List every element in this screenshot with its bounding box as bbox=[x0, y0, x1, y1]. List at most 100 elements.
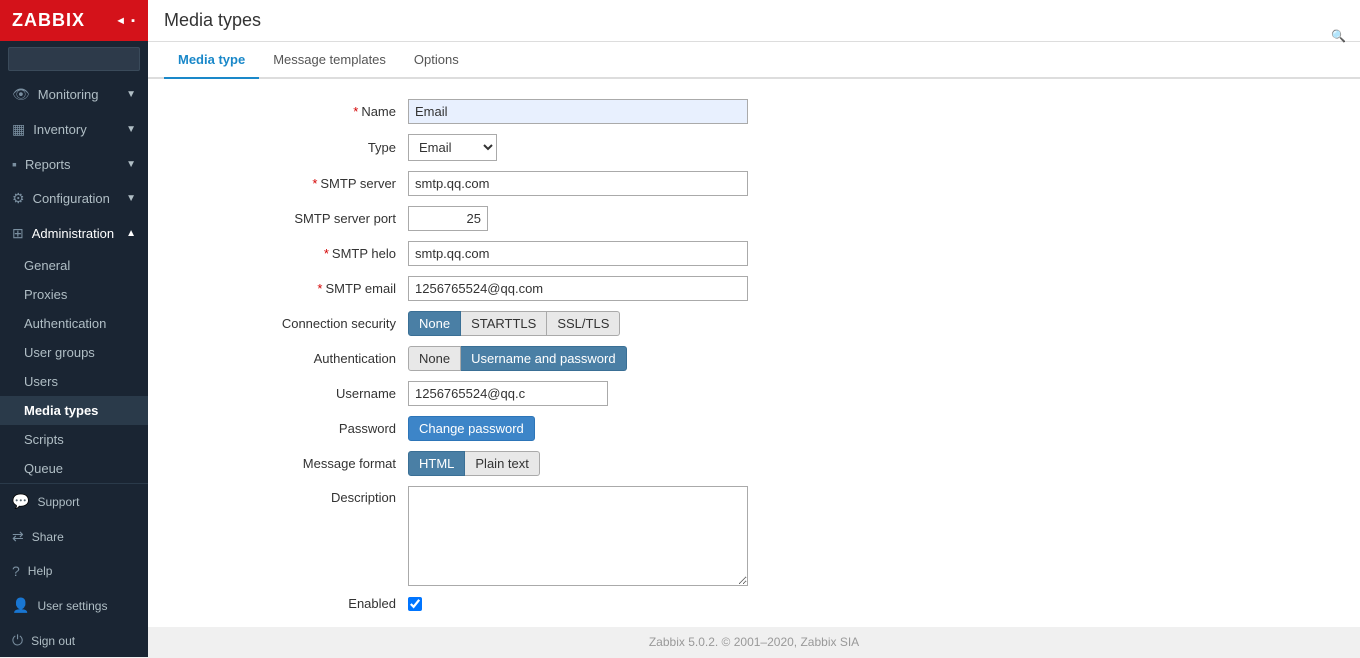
sidebar-item-queue[interactable]: Queue bbox=[0, 454, 148, 483]
nav-inventory[interactable]: ▦ Inventory ▼ bbox=[0, 112, 148, 147]
monitoring-arrow: ▼ bbox=[126, 89, 136, 100]
smtp-port-value bbox=[408, 206, 488, 231]
tab-options[interactable]: Options bbox=[400, 42, 473, 79]
smtp-email-input[interactable] bbox=[408, 276, 748, 301]
nav-configuration[interactable]: ⚙ Configuration ▼ bbox=[0, 181, 148, 216]
username-row: Username bbox=[208, 381, 1340, 406]
smtp-email-value bbox=[408, 276, 748, 301]
auth-none[interactable]: None bbox=[408, 346, 461, 371]
smtp-helo-label: *SMTP helo bbox=[208, 246, 408, 261]
search-icon: 🔍 bbox=[1331, 29, 1346, 43]
page-header: Media types bbox=[148, 0, 1360, 42]
nav-bottom: 💬 Support ⇄ Share ? Help 👤 User settings… bbox=[0, 483, 148, 658]
smtp-port-row: SMTP server port bbox=[208, 206, 1340, 231]
conn-sec-starttls[interactable]: STARTTLS bbox=[461, 311, 547, 336]
form: *Name Type Email SMS Script Webhook bbox=[148, 79, 1360, 627]
change-password-button[interactable]: Change password bbox=[408, 416, 535, 441]
sidebar-item-authentication[interactable]: Authentication bbox=[0, 309, 148, 338]
type-select[interactable]: Email SMS Script Webhook bbox=[408, 134, 497, 161]
msg-format-html[interactable]: HTML bbox=[408, 451, 465, 476]
page-title: Media types bbox=[164, 10, 1344, 31]
authentication-label: Authentication bbox=[24, 316, 106, 331]
authentication-value: None Username and password bbox=[408, 346, 627, 371]
sidebar-item-users[interactable]: Users bbox=[0, 367, 148, 396]
nav-monitoring[interactable]: 👁 Monitoring ▼ bbox=[0, 77, 148, 112]
tab-media-type[interactable]: Media type bbox=[164, 42, 259, 79]
sign-out-icon: ⏻ bbox=[12, 632, 23, 649]
username-value bbox=[408, 381, 608, 406]
administration-icon: ⊞ bbox=[12, 225, 24, 242]
search-input[interactable] bbox=[8, 47, 140, 71]
smtp-server-input[interactable] bbox=[408, 171, 748, 196]
sidebar-item-general[interactable]: General bbox=[0, 251, 148, 280]
sidebar-item-user-groups[interactable]: User groups bbox=[0, 338, 148, 367]
smtp-helo-input[interactable] bbox=[408, 241, 748, 266]
help-icon: ? bbox=[12, 563, 20, 579]
user-settings-label: User settings bbox=[37, 599, 107, 613]
description-row: Description bbox=[208, 486, 1340, 586]
smtp-helo-value bbox=[408, 241, 748, 266]
connection-security-value: None STARTTLS SSL/TLS bbox=[408, 311, 620, 336]
type-label: Type bbox=[208, 140, 408, 155]
nav-monitoring-label: Monitoring bbox=[38, 87, 99, 102]
search-container: 🔍 bbox=[0, 41, 148, 77]
nav-help[interactable]: ? Help bbox=[0, 554, 148, 588]
password-label: Password bbox=[208, 421, 408, 436]
auth-user-pass[interactable]: Username and password bbox=[461, 346, 627, 371]
smtp-port-input[interactable] bbox=[408, 206, 488, 231]
message-format-value: HTML Plain text bbox=[408, 451, 540, 476]
monitoring-icon: 👁 bbox=[12, 86, 30, 103]
connection-security-group: None STARTTLS SSL/TLS bbox=[408, 311, 620, 336]
sidebar-item-proxies[interactable]: Proxies bbox=[0, 280, 148, 309]
share-label: Share bbox=[32, 530, 64, 544]
configuration-arrow: ▼ bbox=[126, 193, 136, 204]
enabled-value bbox=[408, 597, 422, 611]
password-value: Change password bbox=[408, 416, 535, 441]
authentication-group: None Username and password bbox=[408, 346, 627, 371]
nav-support[interactable]: 💬 Support bbox=[0, 484, 148, 519]
nav-configuration-label: Configuration bbox=[33, 191, 110, 206]
type-row: Type Email SMS Script Webhook bbox=[208, 134, 1340, 161]
name-input[interactable] bbox=[408, 99, 748, 124]
nav-administration-label: Administration bbox=[32, 226, 114, 241]
conn-sec-none[interactable]: None bbox=[408, 311, 461, 336]
type-value: Email SMS Script Webhook bbox=[408, 134, 497, 161]
nav-sign-out[interactable]: ⏻ Sign out bbox=[0, 623, 148, 658]
collapse-icon[interactable]: ◄ ▪ bbox=[115, 15, 136, 27]
proxies-label: Proxies bbox=[24, 287, 67, 302]
nav-administration[interactable]: ⊞ Administration ▲ bbox=[0, 216, 148, 251]
logo: ZABBIX ◄ ▪ bbox=[0, 0, 148, 41]
enabled-row: Enabled bbox=[208, 596, 1340, 611]
sidebar: ZABBIX ◄ ▪ 🔍 👁 Monitoring ▼ ▦ Inventory … bbox=[0, 0, 148, 657]
inventory-arrow: ▼ bbox=[126, 124, 136, 135]
enabled-checkbox[interactable] bbox=[408, 597, 422, 611]
sidebar-item-media-types[interactable]: Media types bbox=[0, 396, 148, 425]
nav-share[interactable]: ⇄ Share bbox=[0, 519, 148, 554]
nav-inventory-label: Inventory bbox=[33, 122, 86, 137]
scripts-label: Scripts bbox=[24, 432, 64, 447]
sidebar-item-scripts[interactable]: Scripts bbox=[0, 425, 148, 454]
support-label: Support bbox=[37, 495, 79, 509]
description-label: Description bbox=[208, 486, 408, 505]
msg-format-plain[interactable]: Plain text bbox=[465, 451, 539, 476]
smtp-email-row: *SMTP email bbox=[208, 276, 1340, 301]
smtp-server-value bbox=[408, 171, 748, 196]
logo-text: ZABBIX bbox=[12, 10, 85, 31]
smtp-helo-row: *SMTP helo bbox=[208, 241, 1340, 266]
name-row: *Name bbox=[208, 99, 1340, 124]
share-icon: ⇄ bbox=[12, 528, 24, 545]
tab-message-templates[interactable]: Message templates bbox=[259, 42, 400, 79]
reports-icon: ▪ bbox=[12, 156, 17, 172]
nav-user-settings[interactable]: 👤 User settings bbox=[0, 588, 148, 623]
username-input[interactable] bbox=[408, 381, 608, 406]
smtp-port-label: SMTP server port bbox=[208, 211, 408, 226]
name-label: *Name bbox=[208, 104, 408, 119]
connection-security-label: Connection security bbox=[208, 316, 408, 331]
nav-reports[interactable]: ▪ Reports ▼ bbox=[0, 147, 148, 181]
tabs-container: Media type Message templates Options bbox=[148, 42, 1360, 79]
name-value bbox=[408, 99, 748, 124]
description-textarea[interactable] bbox=[408, 486, 748, 586]
user-groups-label: User groups bbox=[24, 345, 95, 360]
conn-sec-ssltls[interactable]: SSL/TLS bbox=[547, 311, 620, 336]
queue-label: Queue bbox=[24, 461, 63, 476]
